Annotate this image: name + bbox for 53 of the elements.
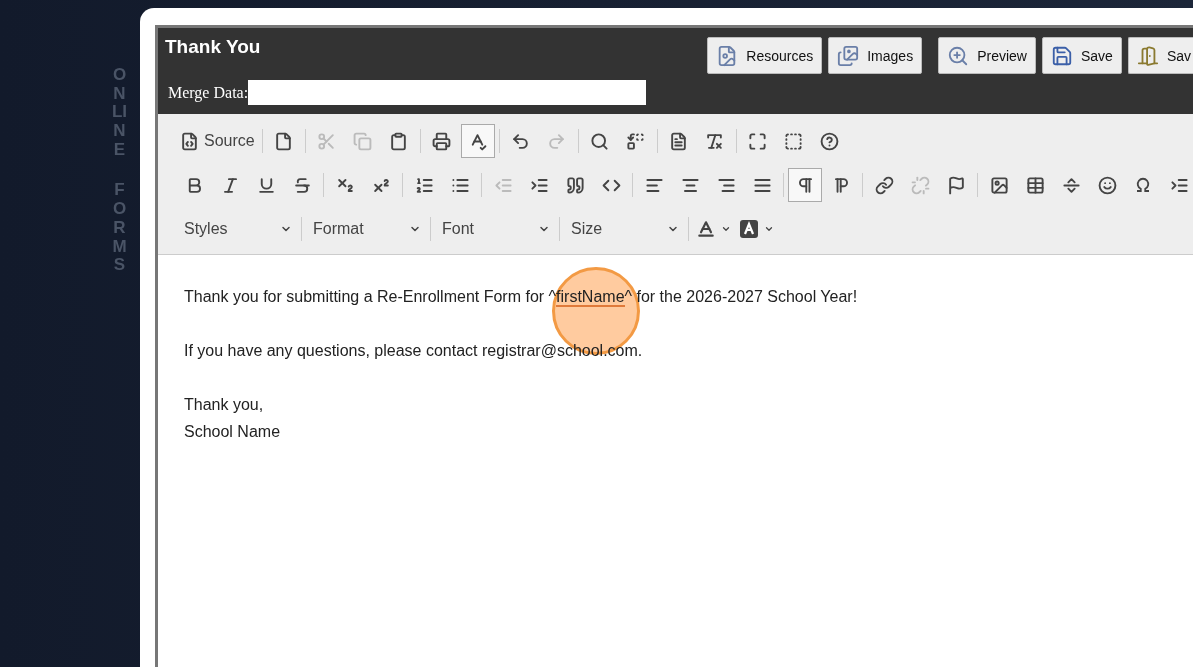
- link-icon: [874, 175, 894, 195]
- replace-icon: [626, 131, 646, 151]
- image-icon: [989, 175, 1009, 195]
- toolbar-button[interactable]: [788, 168, 822, 202]
- source-icon: [180, 131, 199, 151]
- strikethrough-icon: [292, 175, 312, 195]
- caret-icon: [721, 224, 731, 234]
- paragraph: School Name: [184, 422, 282, 442]
- undo-icon: [511, 131, 531, 151]
- table-icon: [1025, 175, 1045, 195]
- toolbar-button[interactable]: Source: [177, 124, 258, 158]
- maximize-icon: [748, 131, 768, 151]
- paste-icon: [389, 131, 409, 151]
- paragraph: Thank you,: [184, 395, 265, 415]
- quote-icon: [565, 175, 585, 195]
- numbered-list-icon: [414, 175, 434, 195]
- remove-format-icon: [705, 131, 725, 151]
- print-icon: [432, 131, 452, 151]
- underline-icon: [256, 175, 276, 195]
- dropdown[interactable]: Styles: [176, 214, 298, 244]
- text-color-icon: [696, 219, 716, 239]
- document-title: Thank You: [165, 35, 262, 58]
- door-icon: [1136, 44, 1159, 67]
- omega-icon: [1134, 176, 1152, 194]
- dropdown[interactable]: Font: [434, 214, 556, 244]
- vertical-label: ONLINE: [111, 66, 128, 160]
- unlink-icon: [910, 175, 930, 195]
- cut-icon: [317, 131, 337, 151]
- highlight-color-icon: [739, 219, 759, 239]
- copy-icon: [353, 131, 373, 151]
- vertical-label: FORMS: [111, 181, 128, 275]
- merge-data-label: Merge Data:: [168, 83, 249, 102]
- redo-icon: [547, 131, 567, 151]
- help-icon: [820, 131, 840, 151]
- header-button[interactable]: Sav: [1127, 37, 1193, 74]
- images-icon: [837, 44, 860, 67]
- toolbar-button[interactable]: [460, 124, 495, 158]
- show-blocks-icon: [784, 131, 804, 151]
- flag-icon: [946, 175, 966, 195]
- caret-icon: [764, 224, 774, 234]
- header-button[interactable]: Resources: [707, 37, 823, 74]
- merge-data-field[interactable]: [248, 80, 647, 105]
- header-button[interactable]: Preview: [938, 37, 1036, 74]
- search-icon: [590, 131, 610, 151]
- header-button[interactable]: Save: [1041, 37, 1122, 74]
- smiley-icon: [1097, 175, 1117, 195]
- dropdown[interactable]: Size: [563, 214, 685, 244]
- new-page-icon: [274, 131, 294, 151]
- header-button[interactable]: Images: [828, 37, 923, 74]
- template-icon: [669, 131, 689, 151]
- magnifier-icon: [947, 44, 970, 67]
- horizontal-rule-icon: [1061, 175, 1081, 195]
- dropdown[interactable]: Format: [305, 214, 427, 244]
